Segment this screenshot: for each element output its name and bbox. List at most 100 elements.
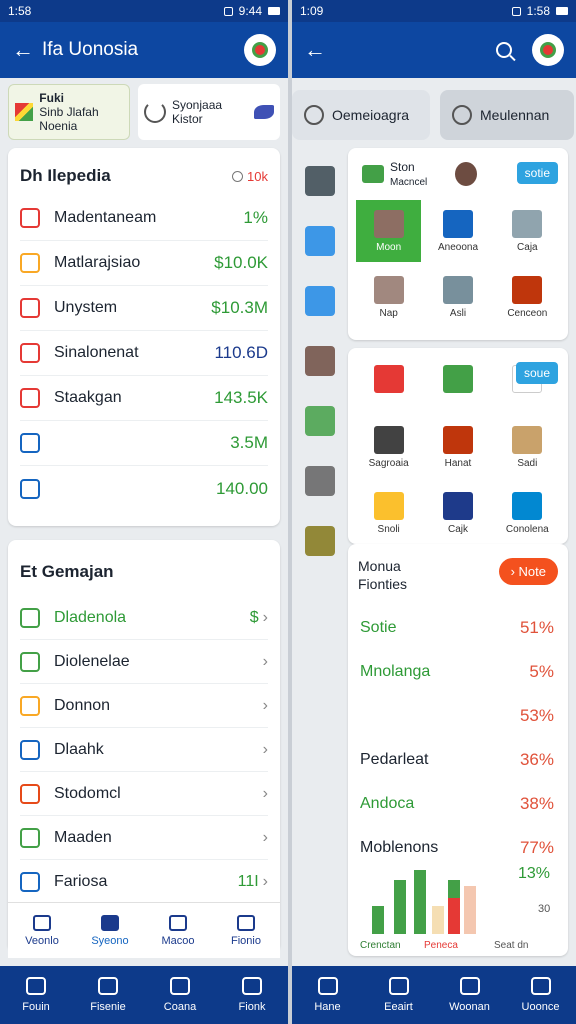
panel-subtitle: Macncel [390, 177, 428, 188]
app-bar: ← [292, 22, 576, 78]
grid-item[interactable] [425, 350, 490, 412]
row-value: 110.6D [214, 343, 268, 362]
nav-item-0[interactable]: Fouin [0, 966, 72, 1024]
stat-row[interactable]: Mnolanga 5% [348, 650, 568, 694]
grid-item[interactable] [356, 350, 421, 412]
bottom-tabs: Veonlo Syeono Macoo Fionio [8, 902, 280, 958]
search-icon[interactable] [496, 42, 512, 58]
list-item[interactable]: Dlaahk › [20, 728, 268, 772]
nav-item-2[interactable]: Woonan [434, 966, 505, 1024]
tab-2[interactable]: Macoo [144, 903, 212, 958]
sort-button[interactable]: soue [515, 362, 558, 384]
item-label: Hanat [444, 457, 472, 469]
summary-row[interactable]: Madentaneam 1% [20, 196, 268, 241]
avatar[interactable] [244, 34, 276, 66]
grid-item[interactable]: Caja [495, 200, 560, 262]
chip-syonjaaa[interactable]: Syonjaaa Kistor [138, 84, 280, 140]
rail-icon[interactable] [305, 526, 335, 556]
status-bar: 1:58 9:44 [0, 0, 288, 22]
chip-subtitle: Kistor [172, 112, 203, 126]
summary-row[interactable]: Matlarajsiao $10.0K [20, 241, 268, 286]
nav-item-1[interactable]: Eeairt [363, 966, 434, 1024]
row-value: 1% [243, 208, 268, 227]
chevron-right-icon: › [262, 828, 268, 846]
stat-row[interactable]: Pedarleat 36% [348, 738, 568, 782]
summary-row[interactable]: 3.5M [20, 421, 268, 466]
tab-1[interactable]: Syeono [76, 903, 144, 958]
list-item[interactable]: Dladenola $ › [20, 596, 268, 640]
grid-item[interactable]: Conolena [495, 482, 560, 544]
list-item[interactable]: Fariosa 11I › [20, 860, 268, 904]
stat-row[interactable]: Andoca 38% [348, 782, 568, 826]
chart-bar [414, 870, 426, 934]
back-arrow-icon[interactable]: ← [12, 37, 42, 63]
item-label: Aneoona [437, 241, 479, 253]
grid-item[interactable]: Sadi [495, 416, 560, 478]
nav-item-1[interactable]: Fisenie [72, 966, 144, 1024]
stat-value: 36% [519, 750, 554, 769]
grid-item[interactable]: Cajk [425, 482, 490, 544]
nav-item-3[interactable]: Fionk [216, 966, 288, 1024]
grid-item[interactable]: Hanat [425, 416, 490, 478]
item-label: Cajk [447, 523, 468, 535]
grid-item[interactable]: Asli [425, 266, 490, 328]
chip-oemeioagra[interactable]: Oemeioagra [292, 90, 430, 140]
grid-item[interactable]: Cenceon [495, 266, 560, 328]
rail-icon[interactable] [305, 346, 335, 376]
stat-row[interactable]: 53% [348, 694, 568, 738]
chip-subtitle: Sinb Jlafah Noenia [39, 105, 99, 133]
list-item[interactable]: Diolenelae › [20, 640, 268, 684]
summary-row[interactable]: Sinalonenat 110.6D [20, 331, 268, 376]
rail-icon[interactable] [305, 286, 335, 316]
tab-3[interactable]: Fionio [212, 903, 280, 958]
note-button[interactable]: › Note [498, 558, 558, 585]
chip-meulennan[interactable]: Meulennan [440, 90, 574, 140]
rail-icon[interactable] [305, 166, 335, 196]
chevron-right-icon: › [262, 696, 268, 714]
card-title: Dh Ilepedia [20, 166, 111, 185]
summary-row[interactable]: Staakgan 143.5K [20, 376, 268, 421]
nav-label: Woonan [449, 1001, 490, 1013]
summary-row[interactable]: 140.00 [20, 466, 268, 511]
tab-0[interactable]: Veonlo [8, 903, 76, 958]
list-item[interactable]: Donnon › [20, 684, 268, 728]
rail-icon[interactable] [305, 466, 335, 496]
panel-title: Monua [358, 558, 401, 574]
item-label: Conolena [505, 523, 549, 535]
rail-icon[interactable] [305, 226, 335, 256]
stat-label: Mnolanga [360, 663, 431, 680]
row-icon [20, 298, 40, 318]
chip-title: Syonjaaa [172, 98, 223, 112]
grid-item[interactable]: Aneoona [425, 200, 490, 262]
chip-fuki[interactable]: Fuki Sinb Jlafah Noenia [8, 84, 130, 140]
nav-icon [170, 977, 190, 995]
sort-button[interactable]: sotie [516, 162, 558, 184]
item-label: Asli [449, 307, 467, 319]
tab-label: Macoo [161, 934, 195, 947]
grid-item[interactable]: Moon [356, 200, 422, 262]
summary-row[interactable]: Unystem $10.3M [20, 286, 268, 331]
nav-item-0[interactable]: Hane [292, 966, 363, 1024]
nav-item-3[interactable]: Uoonce [505, 966, 576, 1024]
truck-icon [362, 165, 384, 183]
nav-item-2[interactable]: Coana [144, 966, 216, 1024]
back-arrow-icon[interactable]: ← [304, 37, 334, 63]
nav-icon [388, 977, 409, 995]
stat-row[interactable]: Sotie 51% [348, 606, 568, 650]
grid-item[interactable]: Sagroaia [356, 416, 421, 478]
list-item[interactable]: Maaden › [20, 816, 268, 860]
rail-icon[interactable] [305, 406, 335, 436]
list-item[interactable]: Stodomcl › [20, 772, 268, 816]
grid-item[interactable]: Snoli [356, 482, 421, 544]
nav-icon [459, 977, 480, 995]
tab-icon [33, 914, 51, 931]
stat-value: 53% [519, 706, 554, 725]
clock-icon [304, 105, 324, 125]
row-label: Unystem [54, 299, 118, 316]
nav-label: Fouin [22, 1001, 50, 1013]
avatar[interactable] [532, 34, 564, 66]
chip-row: Fuki Sinb Jlafah Noenia Syonjaaa Kistor [0, 78, 288, 148]
grid-item[interactable]: Nap [356, 266, 421, 328]
chart-bar [372, 906, 384, 934]
list-label: Fariosa [54, 872, 108, 890]
